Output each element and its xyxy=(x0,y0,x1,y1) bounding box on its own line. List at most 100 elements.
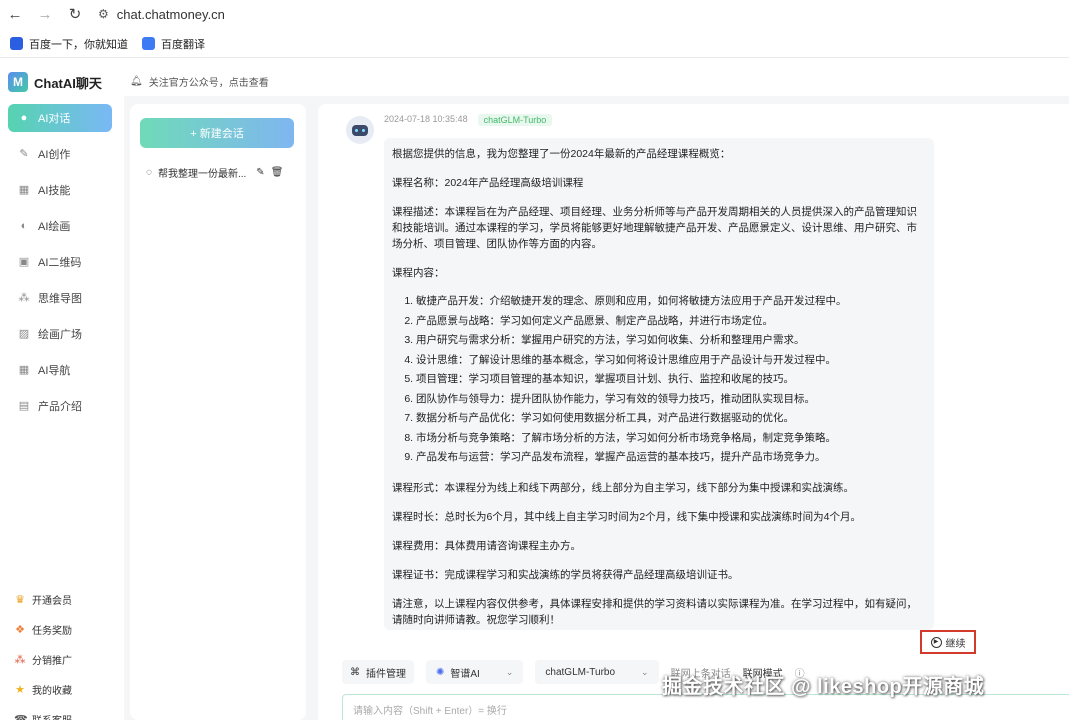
menu-item-label: AI绘画 xyxy=(38,221,71,233)
chat-area: 2024-07-18 10:35:48 chatGLM-Turbo 根据您提供的… xyxy=(318,104,1069,720)
doc-icon: ▤ xyxy=(18,400,30,412)
play-icon: ▶ xyxy=(930,636,942,648)
robot-icon xyxy=(352,124,368,136)
menu-item-label: AI导航 xyxy=(38,365,71,377)
address-bar[interactable]: ⚙ chat.chatmoney.cn xyxy=(98,7,225,22)
translate-icon xyxy=(142,37,155,50)
menu-item-label: 开通会员 xyxy=(32,595,72,607)
conversation-panel: + 新建会话 ◌ 帮我整理一份最新... ✎ 🗑︎ xyxy=(130,104,306,720)
baidu-paw-icon xyxy=(10,37,23,50)
list-item: 数据分析与产品优化：学习如何使用数据分析工具，对产品进行数据驱动的优化。 xyxy=(416,409,926,429)
bookmark-label: 百度翻译 xyxy=(161,38,205,51)
message-timestamp: 2024-07-18 10:35:48 xyxy=(384,114,468,124)
chevron-down-icon: ⌄ xyxy=(505,666,514,677)
assistant-value: 智谱AI xyxy=(450,668,480,680)
menu-item-support[interactable]: ☎ 联系客服 xyxy=(14,704,118,720)
qrcode-icon: ▣ xyxy=(18,256,30,268)
menu-item-ai-skills[interactable]: ▦ AI技能 xyxy=(8,176,112,204)
course-description: 课程描述：本课程旨在为产品经理、项目经理、业务分析师等与产品开发周期相关的人员提… xyxy=(392,206,917,250)
apps-icon: ▦ xyxy=(18,364,30,376)
menu-item-label: 产品介绍 xyxy=(38,401,82,413)
chevron-down-icon: ⌄ xyxy=(641,666,649,677)
image-icon: ▨ xyxy=(18,328,30,340)
site-settings-icon[interactable]: ⚙ xyxy=(98,7,109,21)
forward-icon[interactable]: → xyxy=(30,0,60,28)
course-name: 课程名称：2024年产品经理高级培训课程 xyxy=(392,177,584,189)
menu-item-label: AI技能 xyxy=(38,185,71,197)
menu-item-label: 我的收藏 xyxy=(32,685,72,697)
model-value: chatGLM-Turbo xyxy=(545,666,616,678)
course-content-list: 敏捷产品开发：介绍敏捷开发的理念、原则和应用，如何将敏捷方法应用于产品开发过程中… xyxy=(406,292,926,468)
course-fee: 课程费用：具体费用请咨询课程主办方。 xyxy=(392,539,581,552)
list-item: 产品发布与运营：学习产品发布流程，掌握产品运营的基本技巧，提升产品市场竞争力。 xyxy=(416,448,926,468)
share-icon: ⁂ xyxy=(14,653,26,666)
menu-item-vip[interactable]: ♛ 开通会员 xyxy=(14,584,118,614)
menu-item-ai-writing[interactable]: ✎ AI创作 xyxy=(8,140,112,168)
edit-icon[interactable]: ✎ xyxy=(256,167,264,178)
course-duration: 课程时长：总时长为6个月，其中线上自主学习时间为2个月，线下集中授课和实战演练时… xyxy=(392,510,862,523)
list-item: 用户研究与需求分析：掌握用户研究的方法，学习如何收集、分析和整理用户需求。 xyxy=(416,331,926,351)
menu-item-ai-drawing[interactable]: ◐ AI绘画 xyxy=(8,212,112,240)
back-icon[interactable]: ← xyxy=(0,0,30,28)
bot-avatar xyxy=(346,116,374,144)
menu-item-favorites[interactable]: ★ 我的收藏 xyxy=(14,674,118,704)
list-item: 团队协作与领导力：提升团队协作能力，学习有效的领导力技巧，推动团队实现目标。 xyxy=(416,390,926,410)
course-content-title: 课程内容： xyxy=(392,267,445,279)
app-logo[interactable]: M ChatAI聊天 xyxy=(8,72,102,92)
menu-item-label: 任务奖励 xyxy=(32,625,72,637)
delete-icon[interactable]: 🗑︎ xyxy=(271,167,284,178)
plugin-label: 插件管理 xyxy=(366,668,406,680)
menu-item-ai-navigation[interactable]: ▦ AI导航 xyxy=(8,356,112,384)
course-certificate: 课程证书：完成课程学习和实战演练的学员将获得产品经理高级培训证书。 xyxy=(392,568,739,581)
menu-item-rewards[interactable]: ❖ 任务奖励 xyxy=(14,614,118,644)
zhipu-icon: ✺ xyxy=(436,666,445,678)
list-item: 敏捷产品开发：介绍敏捷开发的理念、原则和应用，如何将敏捷方法应用于产品开发过程中… xyxy=(416,292,926,312)
app-sidebar: M ChatAI聊天 ● AI对话 ✎ AI创作 ▦ AI技能 ◐ AI绘画 ▣… xyxy=(0,60,124,720)
continue-label: 继续 xyxy=(945,638,966,650)
star-icon: ★ xyxy=(15,683,25,696)
list-item: 市场分析与竞争策略：了解市场分析的方法，学习如何分析市场竞争格局，制定竞争策略。 xyxy=(416,429,926,449)
conversation-item[interactable]: ◌ 帮我整理一份最新... ✎ 🗑︎ xyxy=(138,160,298,184)
menu-item-ai-qrcode[interactable]: ▣ AI二维码 xyxy=(8,248,112,276)
message-intro: 根据您提供的信息，我为您整理了一份2024年最新的产品经理课程概览： xyxy=(392,148,731,160)
message-note: 请注意，以上课程内容仅供参考，具体课程安排和提供的学习资料请以实际课程为准。在学… xyxy=(392,597,917,626)
app-name: ChatAI聊天 xyxy=(34,75,102,91)
reward-icon: ❖ xyxy=(15,623,25,636)
menu-item-label: AI对话 xyxy=(38,113,71,125)
menu-item-distribution[interactable]: ⁂ 分销推广 xyxy=(14,644,118,674)
mindmap-icon: ⁂ xyxy=(18,292,30,304)
plugin-manager-button[interactable]: ⌘ 插件管理 xyxy=(342,660,414,684)
bottom-menu: ♛ 开通会员 ❖ 任务奖励 ⁂ 分销推广 ★ 我的收藏 ☎ 联系客服 xyxy=(14,584,118,720)
chat-icon: ● xyxy=(20,112,28,124)
model-badge: chatGLM-Turbo xyxy=(477,114,553,126)
chat-bubble-icon: ◌ xyxy=(146,166,152,178)
list-item: 项目管理：学习项目管理的基本知识，掌握项目计划、执行、监控和收尾的技巧。 xyxy=(416,370,926,390)
bookmark-baidu-translate[interactable]: 百度翻译 xyxy=(142,36,205,52)
menu-item-mindmap[interactable]: ⁂ 思维导图 xyxy=(8,284,112,312)
bell-icon: 🔔︎ xyxy=(130,76,143,87)
bookmarks-bar: 百度一下，你就知道 百度翻译 xyxy=(0,30,1069,58)
new-chat-button[interactable]: + 新建会话 xyxy=(140,118,294,148)
continue-button[interactable]: ▶ 继续 xyxy=(920,630,976,654)
service-icon: ☎ xyxy=(14,713,28,720)
menu-item-product-intro[interactable]: ▤ 产品介绍 xyxy=(8,392,112,420)
reload-icon[interactable]: ↻ xyxy=(60,0,90,28)
menu-item-label: 联系客服 xyxy=(32,712,72,720)
conversation-title: 帮我整理一份最新... xyxy=(157,168,247,180)
browser-toolbar: ← → ↻ ⚙ chat.chatmoney.cn xyxy=(0,0,1069,28)
model-select[interactable]: chatGLM-Turbo ⌄ xyxy=(535,660,659,684)
watermark: 掘金技术社区 @ likeshop开源商城 xyxy=(662,676,985,698)
input-placeholder: 请输入内容（Shift + Enter）= 换行 xyxy=(353,705,507,717)
bookmark-baidu[interactable]: 百度一下，你就知道 xyxy=(10,36,128,52)
menu-item-ai-chat[interactable]: ● AI对话 xyxy=(8,104,112,132)
palette-icon: ◐ xyxy=(20,220,28,232)
menu-item-label: AI二维码 xyxy=(38,257,82,269)
menu-item-label: 分销推广 xyxy=(32,655,72,667)
course-format: 课程形式：本课程分为线上和线下两部分，线上部分为自主学习，线下部分为集中授课和实… xyxy=(392,481,854,494)
assistant-select[interactable]: ✺ 智谱AI ⌄ xyxy=(426,660,524,684)
url-text: chat.chatmoney.cn xyxy=(116,6,225,22)
menu-item-drawing-square[interactable]: ▨ 绘画广场 xyxy=(8,320,112,348)
notice-bar[interactable]: 🔔︎ 关注官方公众号，点击查看 xyxy=(130,74,269,89)
plugin-icon: ⌘ xyxy=(350,666,360,678)
pen-icon: ✎ xyxy=(19,148,29,160)
